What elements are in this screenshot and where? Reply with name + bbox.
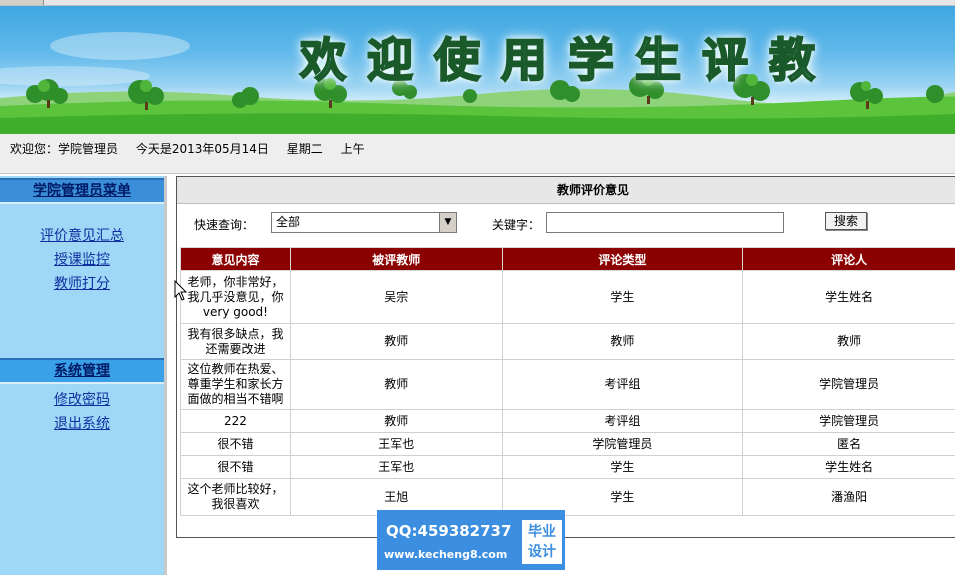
table-row: 很不错 王军也 学院管理员 匿名: [180, 432, 955, 456]
column-header-type: 评论类型: [501, 247, 744, 271]
cell-type: 学院管理员: [501, 432, 744, 456]
cell-type: 学生: [501, 455, 744, 479]
cell-reviewer: 学生姓名: [742, 270, 955, 324]
table-row: 老师，你非常好，我几乎没意见，你very good! 吴宗 学生 学生姓名: [180, 270, 955, 324]
sidebar-item-logout[interactable]: 退出系统: [0, 412, 164, 436]
sidebar: 学院管理员菜单 评价意见汇总 授课监控 教师打分 系统管理 修改密码 退出系统: [0, 176, 167, 575]
watermark-badge-line1: 毕业: [528, 524, 556, 540]
watermark-badge: 毕业 设计: [522, 520, 562, 564]
cell-reviewer: 学院管理员: [742, 359, 955, 410]
table-row: 很不错 王军也 学生 学生姓名: [180, 455, 955, 479]
mouse-cursor-icon: [174, 280, 188, 301]
sidebar-item-teacher-score[interactable]: 教师打分: [0, 272, 164, 296]
cell-teacher: 王军也: [289, 432, 503, 456]
cell-content: 我有很多缺点，我还需要改进: [180, 323, 291, 360]
cell-type: 教师: [501, 323, 744, 360]
sidebar-item-feedback-summary[interactable]: 评价意见汇总: [0, 224, 164, 248]
cell-teacher: 教师: [289, 323, 503, 360]
cell-content: 很不错: [180, 455, 291, 479]
search-row: 快速查询： 全部 ▼ 关键字： 搜索: [177, 204, 955, 240]
cell-reviewer: 匿名: [742, 432, 955, 456]
keyword-label: 关键字：: [492, 218, 541, 232]
welcome-text: 欢迎您：学院管理员: [10, 142, 119, 156]
sidebar-item-teaching-monitor[interactable]: 授课监控: [0, 248, 164, 272]
cell-content: 这位教师在热爱、尊重学生和家长方面做的相当不错啊: [180, 359, 291, 410]
weekday-text: 星期二: [286, 142, 323, 156]
column-header-teacher: 被评教师: [289, 247, 503, 271]
sidebar-item-change-password[interactable]: 修改密码: [0, 388, 164, 412]
window-tab[interactable]: [0, 0, 44, 5]
table-row: 这个老师比较好，我很喜欢 王旭 学生 潘渔阳: [180, 478, 955, 516]
quick-query-value: 全部: [276, 215, 301, 229]
search-button[interactable]: 搜索: [825, 212, 867, 230]
table-row: 222 教师 考评组 学院管理员: [180, 409, 955, 433]
column-header-reviewer: 评论人: [742, 247, 955, 271]
cell-teacher: 吴宗: [289, 270, 503, 324]
quick-query-select[interactable]: 全部 ▼: [271, 212, 457, 233]
cell-reviewer: 学生姓名: [742, 455, 955, 479]
cell-content: 很不错: [180, 432, 291, 456]
cell-teacher: 教师: [289, 359, 503, 410]
status-bar: 欢迎您：学院管理员 今天是2013年05月14日 星期二 上午: [0, 134, 955, 174]
sidebar-section-title[interactable]: 学院管理员菜单: [33, 183, 131, 199]
cell-type: 考评组: [501, 359, 744, 410]
admin-menu-list: 评价意见汇总 授课监控 教师打分: [0, 204, 164, 358]
cell-reviewer: 学院管理员: [742, 409, 955, 433]
sidebar-section-admin-menu: 学院管理员菜单: [0, 178, 164, 204]
date-text: 今天是2013年05月14日: [135, 142, 269, 156]
table-header-row: 意见内容 被评教师 评论类型 评论人: [180, 247, 955, 271]
banner-title: 欢迎使用学生评教: [299, 32, 836, 88]
cell-content: 222: [180, 409, 291, 433]
cell-teacher: 王军也: [289, 455, 503, 479]
chevron-down-icon[interactable]: ▼: [439, 213, 456, 232]
cell-type: 考评组: [501, 409, 744, 433]
watermark-qq: QQ:459382737: [386, 522, 512, 540]
system-menu-list: 修改密码 退出系统: [0, 384, 164, 436]
table-row: 我有很多缺点，我还需要改进 教师 教师 教师: [180, 323, 955, 360]
feedback-table: 意见内容 被评教师 评论类型 评论人 老师，你非常好，我几乎没意见，你very …: [180, 247, 955, 516]
table-row: 这位教师在热爱、尊重学生和家长方面做的相当不错啊 教师 考评组 学院管理员: [180, 359, 955, 410]
watermark-url: www.kecheng8.com: [384, 548, 508, 561]
cell-teacher: 教师: [289, 409, 503, 433]
cell-content: 这个老师比较好，我很喜欢: [180, 478, 291, 516]
watermark: QQ:459382737 www.kecheng8.com 毕业 设计: [377, 510, 565, 570]
cell-content: 老师，你非常好，我几乎没意见，你very good!: [180, 270, 291, 324]
column-header-content: 意见内容: [180, 247, 291, 271]
sidebar-section-system: 系统管理: [0, 358, 164, 384]
header-banner: 欢迎使用学生评教: [0, 6, 955, 134]
quick-query-label: 快速查询：: [194, 218, 255, 232]
page-title: 教师评价意见: [177, 177, 955, 204]
ampm-text: 上午: [340, 142, 365, 156]
sidebar-section-title[interactable]: 系统管理: [54, 363, 110, 379]
keyword-input[interactable]: [546, 212, 784, 233]
cell-reviewer: 潘渔阳: [742, 478, 955, 516]
watermark-badge-line2: 设计: [528, 544, 556, 560]
cell-reviewer: 教师: [742, 323, 955, 360]
main-panel: 教师评价意见 快速查询： 全部 ▼ 关键字： 搜索 意见内容 被评教师 评论类型…: [176, 176, 955, 538]
cell-type: 学生: [501, 270, 744, 324]
